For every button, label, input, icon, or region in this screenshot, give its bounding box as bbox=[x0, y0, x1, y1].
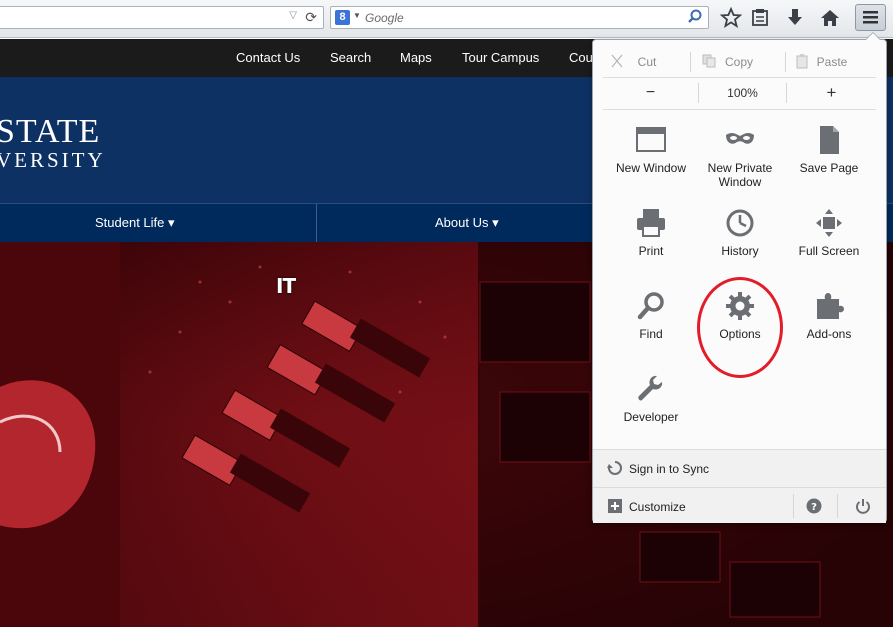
sync-icon bbox=[607, 461, 622, 475]
fullscreen-icon bbox=[816, 209, 842, 237]
search-go-icon[interactable] bbox=[686, 8, 704, 26]
reload-icon[interactable]: ⟳ bbox=[305, 9, 317, 26]
mask-icon bbox=[726, 133, 754, 144]
power-icon bbox=[856, 499, 870, 514]
page-icon bbox=[820, 126, 839, 154]
find-button[interactable]: Find bbox=[606, 291, 696, 371]
nav-contact-us[interactable]: Contact Us bbox=[236, 50, 300, 65]
quit-button[interactable] bbox=[855, 498, 873, 516]
sync-footer[interactable]: Sign in to Sync bbox=[593, 449, 886, 487]
hamburger-icon bbox=[863, 11, 878, 24]
full-screen-button[interactable]: Full Screen bbox=[784, 208, 874, 288]
it-logo: IT bbox=[276, 274, 296, 298]
search-placeholder: Google bbox=[365, 11, 404, 25]
url-bar[interactable]: ▽ ⟳ bbox=[0, 6, 324, 29]
new-private-window-button[interactable]: New Private Window bbox=[695, 125, 785, 205]
nav-courses[interactable]: Cou bbox=[569, 50, 593, 65]
open-menu-button[interactable] bbox=[855, 4, 886, 31]
options-button[interactable]: Options bbox=[695, 291, 785, 371]
nav-maps[interactable]: Maps bbox=[400, 50, 432, 65]
zoom-reset-button[interactable]: 100% bbox=[699, 81, 786, 105]
site-logo-line1[interactable]: STATE bbox=[0, 113, 100, 151]
browser-toolbar: ▽ ⟳ 8 ▼ Google bbox=[0, 0, 893, 38]
copy-button[interactable]: Copy bbox=[695, 49, 783, 75]
add-ons-button[interactable]: Add-ons bbox=[784, 291, 874, 371]
customize-button[interactable]: Customize bbox=[593, 488, 793, 524]
nav-tour-campus[interactable]: Tour Campus bbox=[462, 50, 539, 65]
new-window-button[interactable]: New Window bbox=[606, 125, 696, 205]
url-dropdown-icon[interactable]: ▽ bbox=[289, 10, 297, 21]
home-icon[interactable] bbox=[818, 6, 842, 30]
bookmark-star-icon[interactable] bbox=[719, 6, 743, 30]
history-button[interactable]: History bbox=[695, 208, 785, 288]
developer-button[interactable]: Developer bbox=[606, 374, 696, 454]
search-engine-dropdown-icon[interactable]: ▼ bbox=[353, 11, 361, 20]
help-icon: ? bbox=[806, 498, 822, 514]
plus-box-icon bbox=[608, 499, 622, 513]
paste-button[interactable]: Paste bbox=[788, 49, 876, 75]
save-page-button[interactable]: Save Page bbox=[784, 125, 874, 205]
window-icon bbox=[636, 127, 666, 152]
zoom-out-button[interactable]: − bbox=[603, 81, 698, 105]
nav-student-life[interactable]: Student Life ▾ bbox=[95, 215, 175, 231]
firefox-menu-panel: Cut Copy Paste − 100% + New Window New P… bbox=[592, 32, 887, 523]
svg-text:?: ? bbox=[811, 502, 817, 513]
help-button[interactable]: ? bbox=[806, 498, 824, 516]
edit-controls: Cut Copy Paste bbox=[603, 49, 876, 75]
clock-icon bbox=[726, 209, 754, 237]
printer-icon bbox=[637, 209, 665, 237]
search-bar[interactable]: 8 ▼ Google bbox=[330, 6, 709, 29]
wrench-icon bbox=[638, 375, 663, 401]
puzzle-icon bbox=[817, 293, 844, 319]
site-logo-line2[interactable]: VERSITY bbox=[0, 148, 106, 173]
customize-footer: Customize ? bbox=[593, 487, 886, 523]
magnifier-icon bbox=[637, 292, 664, 320]
bookmarks-menu-icon[interactable] bbox=[748, 6, 772, 30]
search-engine-icon[interactable]: 8 bbox=[335, 10, 350, 25]
downloads-icon[interactable] bbox=[783, 6, 807, 30]
nav-divider bbox=[316, 204, 317, 243]
gear-icon bbox=[726, 292, 754, 320]
customize-label: Customize bbox=[629, 500, 686, 514]
sign-in-to-sync-label: Sign in to Sync bbox=[629, 462, 710, 476]
nav-about-us[interactable]: About Us ▾ bbox=[435, 215, 499, 231]
nav-search[interactable]: Search bbox=[330, 50, 371, 65]
print-button[interactable]: Print bbox=[606, 208, 696, 288]
zoom-in-button[interactable]: + bbox=[787, 81, 876, 105]
cut-button[interactable]: Cut bbox=[603, 49, 691, 75]
zoom-controls: − 100% + bbox=[603, 81, 876, 105]
